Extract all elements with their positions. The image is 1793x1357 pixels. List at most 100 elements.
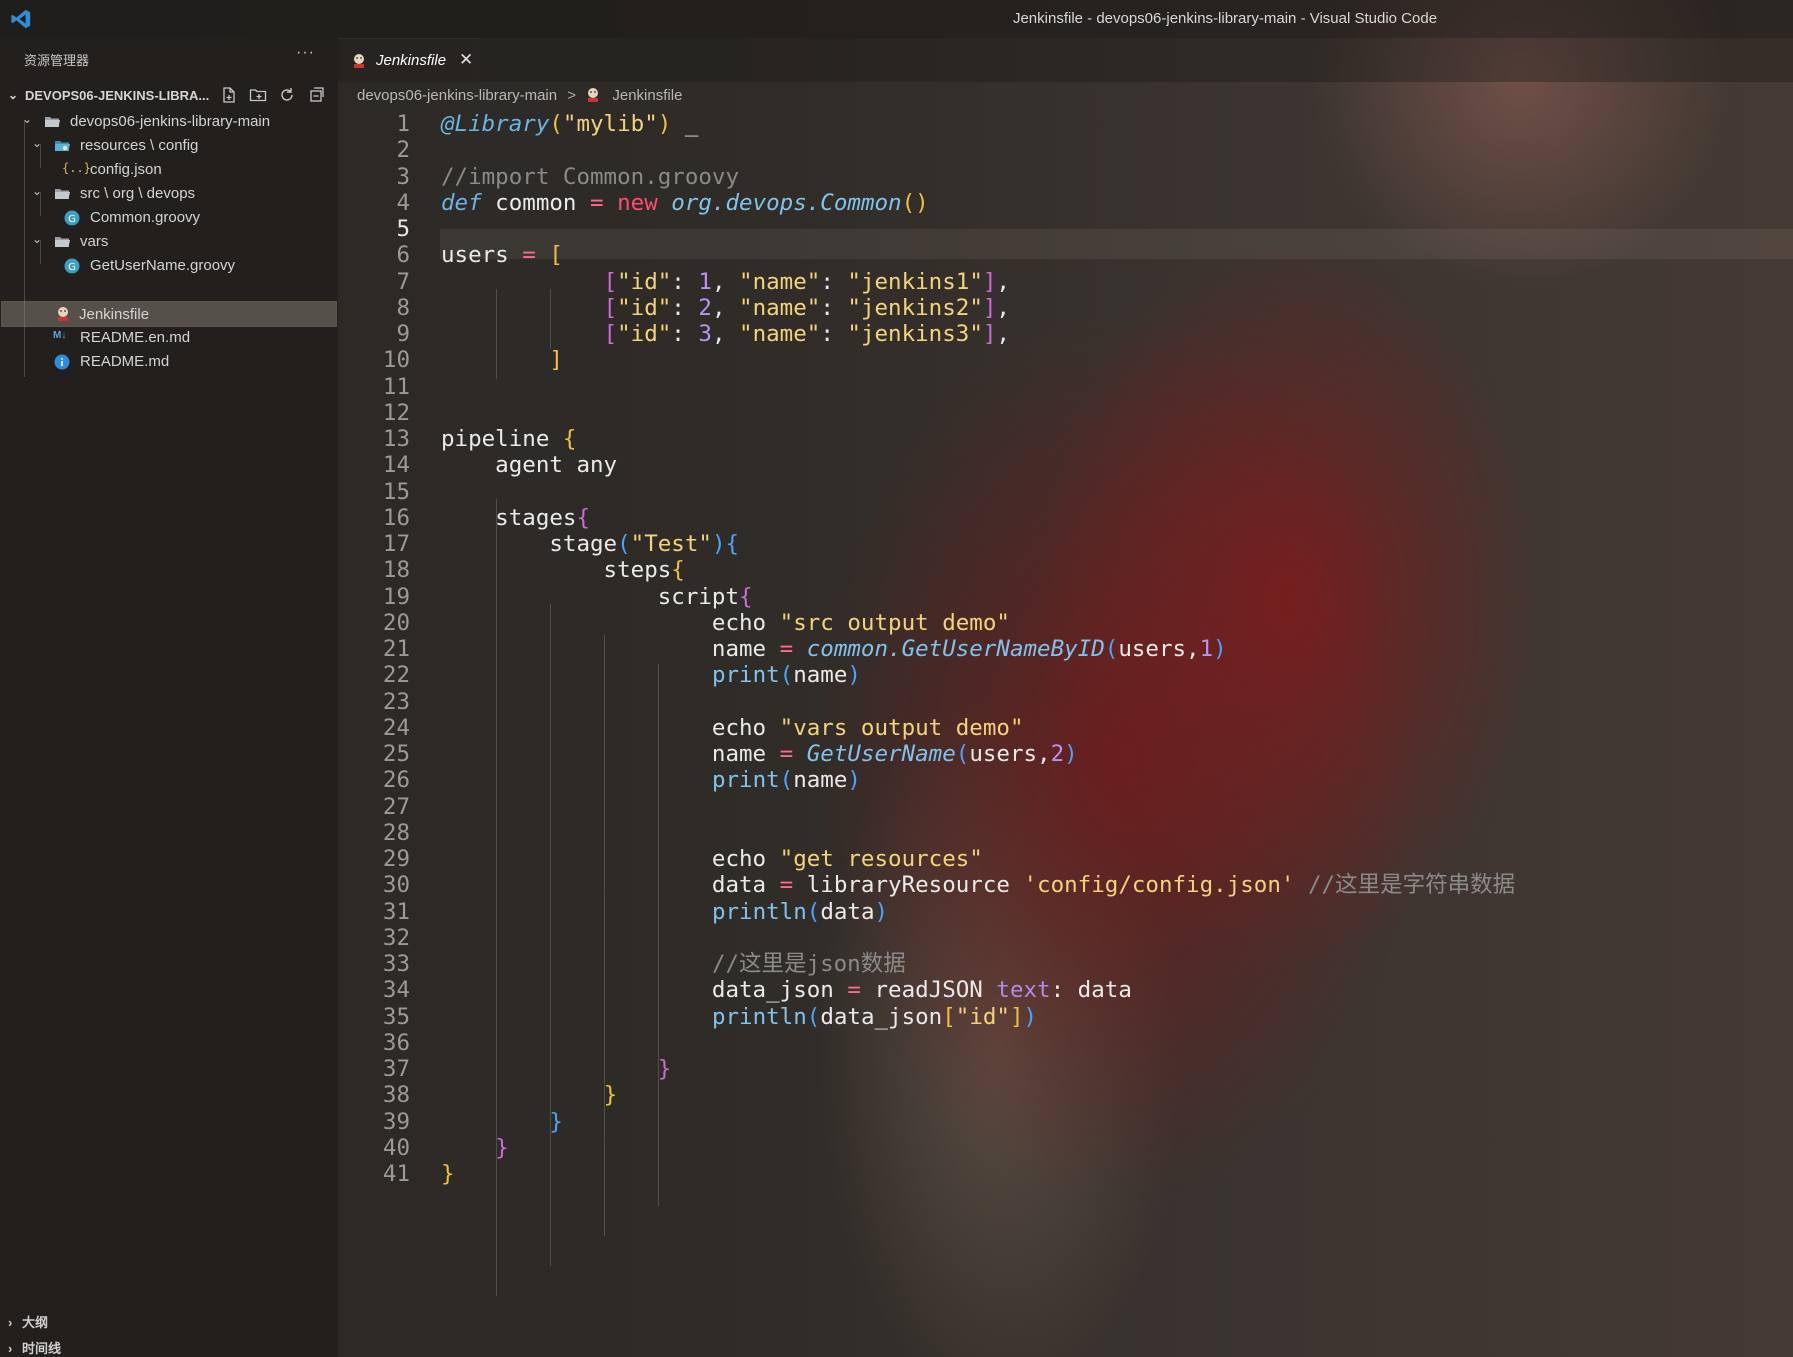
code-token: echo [441, 609, 780, 636]
tree-item-config-json[interactable]: {..} config.json [0, 156, 338, 183]
code-token: ) [1064, 741, 1078, 767]
code-token: = [779, 636, 794, 662]
code-token: "jenkins1" [847, 268, 983, 295]
code-token: = [847, 977, 861, 1004]
timeline-section[interactable]: › 时间线 [8, 1338, 61, 1357]
folder-open-icon [54, 234, 70, 250]
code-token: name [793, 662, 848, 689]
code-token: "name" [739, 294, 821, 321]
code-token: ) [847, 767, 861, 794]
code-token: script [441, 583, 740, 610]
code-token: ] [982, 294, 997, 321]
line-number: 41 [382, 1161, 410, 1187]
code-token: } [495, 1134, 509, 1161]
code-token: , [711, 294, 740, 321]
new-file-icon[interactable] [220, 86, 238, 104]
tree-item-src-org-devops[interactable]: ⌄ src \ org \ devops [0, 180, 338, 207]
code-token: agent any [441, 452, 618, 479]
svg-text:G: G [68, 262, 76, 273]
collapse-all-icon[interactable] [307, 86, 325, 104]
refresh-icon[interactable] [278, 86, 296, 104]
code-token: "id" [617, 321, 672, 347]
chevron-down-icon: ⌄ [32, 232, 43, 246]
code-token: echo [441, 846, 780, 872]
code-token: { [671, 557, 685, 584]
info-icon [54, 354, 70, 370]
groovy-file-icon: G [64, 258, 80, 274]
tree-item-getusername-groovy[interactable]: G GetUserName.groovy [0, 252, 338, 279]
code-token: "Test" [630, 531, 712, 557]
code-token: , [996, 294, 1010, 321]
tree-item-label: GetUserName.groovy [90, 257, 236, 274]
tree-item-label: README.en.md [80, 329, 191, 346]
code-token: ) [847, 662, 861, 689]
code-token: users, [1118, 636, 1200, 662]
code-token: [ [603, 321, 618, 347]
code-token: 2 [698, 294, 712, 321]
breadcrumb-folder[interactable]: devops06-jenkins-library-main [357, 87, 557, 104]
workspace-folder-header[interactable]: ⌄ DEVOPS06-JENKINS-LIBRA... [0, 84, 338, 108]
outline-section[interactable]: › 大纲 [8, 1312, 48, 1331]
code-token: ( [617, 531, 631, 557]
close-icon[interactable]: ✕ [459, 50, 473, 70]
chevron-down-icon: ⌄ [8, 88, 19, 102]
tree-item-readme[interactable]: README.md [0, 348, 338, 375]
jenkins-file-icon [56, 306, 72, 322]
code-token: , [711, 321, 740, 347]
tree-item-readme-en[interactable]: M↓ README.en.md [0, 324, 338, 351]
code-token: ( [779, 767, 794, 794]
code-token: readJSON [860, 977, 997, 1004]
tree-item-project-folder[interactable]: ⌄ devops06-jenkins-library-main [0, 108, 338, 135]
code-token: , [996, 268, 1010, 295]
code-token: "vars output demo" [779, 714, 1024, 741]
chevron-right-icon: › [8, 1315, 13, 1330]
code-token: libraryResource [793, 872, 1024, 899]
code-token: "get resources" [779, 846, 983, 872]
more-actions-button[interactable]: ··· [296, 44, 315, 62]
code-token: ] [1009, 1003, 1024, 1030]
code-token: "src output demo" [779, 609, 1010, 636]
code-token: { [562, 426, 577, 452]
code-token: print [711, 767, 780, 794]
code-token: { [725, 531, 740, 557]
folder-actions [220, 86, 325, 104]
code-token: 1 [1199, 636, 1214, 662]
code-token: println [711, 898, 807, 925]
markdown-file-icon: M↓ [53, 330, 67, 341]
folder-open-icon [44, 114, 60, 130]
timeline-label: 时间线 [21, 1341, 61, 1356]
code-token: ] [982, 321, 997, 347]
code-token: = [779, 741, 794, 767]
code-token: "name" [739, 321, 821, 347]
jenkins-file-icon [352, 53, 366, 69]
code-token: : [671, 294, 699, 321]
code-token: "id" [617, 268, 672, 295]
tab-label: Jenkinsfile [376, 52, 447, 69]
code-token: common.GetUserNameByID [793, 636, 1105, 662]
code-line[interactable]: 41} [338, 1159, 1793, 1189]
tree-item-vars[interactable]: ⌄ vars [0, 228, 338, 255]
code-token: echo [441, 714, 780, 741]
tree-item-label: devops06-jenkins-library-main [70, 113, 271, 130]
tree-item-resources-config[interactable]: ⌄ resources \ config [0, 132, 338, 159]
folder-open-icon [54, 186, 70, 202]
editor-tabs-bar: Jenkinsfile ✕ [338, 38, 1793, 83]
new-folder-icon[interactable] [249, 86, 267, 104]
chevron-down-icon: ⌄ [32, 136, 43, 150]
code-token: ) [1023, 1003, 1038, 1030]
explorer-header: 资源管理器 [24, 53, 90, 68]
code-token: ( [806, 1003, 821, 1030]
breadcrumb-file[interactable]: Jenkinsfile [612, 87, 682, 104]
tree-item-common-groovy[interactable]: G Common.groovy [0, 204, 338, 231]
code-token: } [441, 1161, 455, 1187]
code-token: ( [806, 898, 821, 925]
tree-item-jenkinsfile[interactable]: Jenkinsfile [1, 301, 337, 327]
tab-jenkinsfile[interactable]: Jenkinsfile ✕ [338, 38, 480, 83]
code-token: } [657, 1056, 672, 1082]
